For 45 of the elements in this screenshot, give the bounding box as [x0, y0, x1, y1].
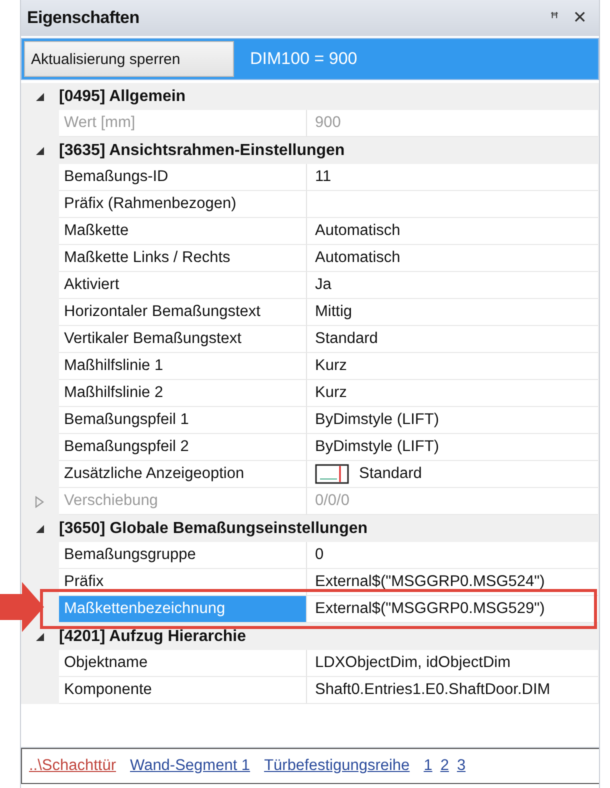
- property-name[interactable]: Bemaßungsgruppe: [59, 542, 307, 569]
- property-value[interactable]: 11: [315, 168, 332, 186]
- breadcrumb-link[interactable]: 3: [456, 757, 466, 775]
- property-value[interactable]: Automatisch: [315, 249, 400, 267]
- property-name[interactable]: Maßhilfslinie 2: [59, 380, 307, 407]
- property-name[interactable]: Vertikaler Bemaßungstext: [59, 326, 307, 353]
- category-header: [4201] Aufzug Hierarchie: [59, 628, 246, 646]
- collapse-icon[interactable]: [35, 92, 45, 102]
- breadcrumb-link[interactable]: ..\Schachttür: [29, 757, 116, 775]
- preview-swatch-icon[interactable]: [315, 464, 349, 484]
- lock-update-button[interactable]: Aktualisierung sperren: [24, 41, 234, 77]
- property-name[interactable]: Maßkette: [59, 218, 307, 245]
- property-name[interactable]: Bemaßungspfeil 2: [59, 434, 307, 461]
- property-name[interactable]: Bemaßungs-ID: [59, 164, 307, 191]
- property-name[interactable]: Präfix (Rahmenbezogen): [59, 191, 307, 218]
- property-name[interactable]: Objektname: [59, 650, 307, 677]
- collapse-icon[interactable]: [35, 146, 45, 156]
- property-name[interactable]: Horizontaler Bemaßungstext: [59, 299, 307, 326]
- pin-button[interactable]: ꟸ: [546, 8, 563, 28]
- property-value[interactable]: Kurz: [315, 384, 347, 402]
- category-header: [0495] Allgemein: [59, 88, 186, 106]
- property-name[interactable]: Zusätzliche Anzeigeoption: [59, 461, 307, 488]
- property-name[interactable]: Komponente: [59, 677, 307, 704]
- close-button[interactable]: ✕: [568, 8, 591, 28]
- window-title: Eigenschaften: [27, 8, 140, 28]
- selection-label: DIM100 = 900: [249, 49, 358, 69]
- property-name[interactable]: Aktiviert: [59, 272, 307, 299]
- property-name[interactable]: Maßhilfslinie 1: [59, 353, 307, 380]
- collapse-icon[interactable]: [35, 524, 45, 534]
- breadcrumb-link[interactable]: Türbefestigungsreihe: [264, 757, 410, 775]
- breadcrumb-link[interactable]: 1: [424, 757, 432, 775]
- property-value[interactable]: Automatisch: [315, 222, 400, 240]
- property-value[interactable]: Standard: [359, 465, 422, 483]
- property-value[interactable]: Standard: [315, 330, 378, 348]
- property-name[interactable]: Maßkette Links / Rechts: [59, 245, 307, 272]
- pointer-arrow: [0, 582, 44, 632]
- property-name[interactable]: Bemaßungspfeil 1: [59, 407, 307, 434]
- category-header: [3635] Ansichtsrahmen-Einstellungen: [59, 142, 345, 160]
- property-value[interactable]: Kurz: [315, 357, 347, 375]
- breadcrumb-link[interactable]: 2: [440, 757, 449, 775]
- property-value[interactable]: Ja: [315, 276, 332, 294]
- property-value[interactable]: 0: [315, 546, 324, 564]
- category-header: [3650] Globale Bemaßungseinstellungen: [59, 520, 368, 538]
- property-value[interactable]: Mittig: [315, 303, 352, 321]
- breadcrumb-link[interactable]: Wand-Segment 1: [130, 757, 250, 775]
